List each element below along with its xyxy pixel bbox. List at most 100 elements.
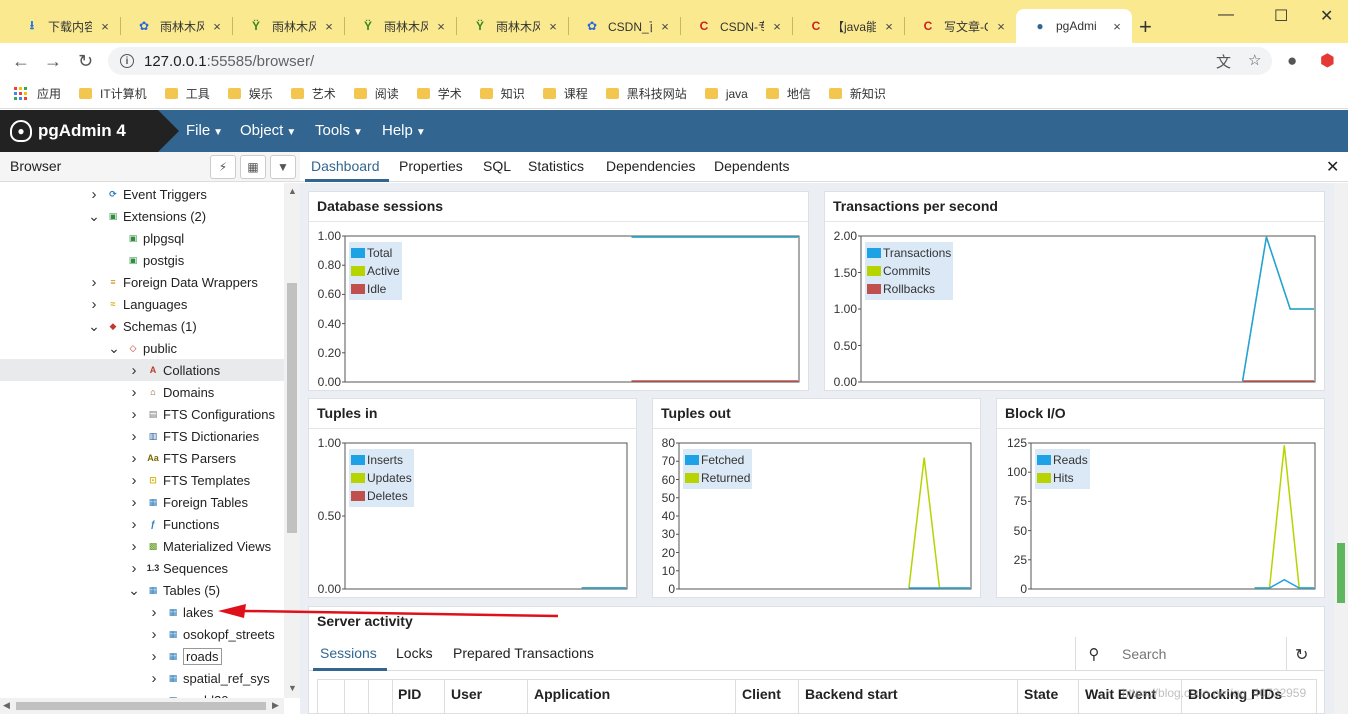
tree-node[interactable]: › ▤ FTS Configurations	[0, 403, 284, 425]
chevron-down-icon[interactable]: ⌄	[88, 318, 100, 335]
new-tab-icon[interactable]: +	[1139, 14, 1152, 40]
filter-rows-button[interactable]: ▼	[270, 155, 296, 179]
tree-node[interactable]: › ▦ lakes	[0, 601, 284, 623]
bookmark-item[interactable]: 工具	[164, 85, 210, 102]
tab-dependencies[interactable]: Dependencies	[606, 158, 696, 174]
close-icon[interactable]: ×	[882, 19, 896, 34]
tree-node[interactable]: › ≡ Foreign Data Wrappers	[0, 271, 284, 293]
tree-hscroll-thumb[interactable]	[16, 702, 266, 710]
tree-node[interactable]: ▣ plpgsql	[0, 227, 284, 249]
bookmark-item[interactable]: 地信	[765, 85, 811, 102]
tab-sessions[interactable]: Sessions	[320, 645, 377, 661]
back-icon[interactable]: ←	[12, 51, 30, 72]
menu-tools[interactable]: Tools ▼	[315, 122, 363, 139]
browser-tab[interactable]: Ÿ 雨林木风 ×	[456, 9, 568, 43]
chevron-right-icon[interactable]: ›	[88, 274, 100, 291]
close-icon[interactable]: ×	[658, 19, 672, 34]
bookmark-item[interactable]: 艺术	[290, 85, 336, 102]
menu-object[interactable]: Object ▼	[240, 122, 296, 139]
tab-prepared-transactions[interactable]: Prepared Transactions	[453, 645, 594, 661]
chevron-right-icon[interactable]: ›	[88, 186, 100, 203]
chevron-down-icon[interactable]: ⌄	[108, 340, 120, 357]
browser-tab[interactable]: ⭳ 下载内容 ×	[8, 9, 120, 43]
tree-horizontal-scrollbar[interactable]: ◀ ▶	[0, 698, 284, 714]
scroll-left-icon[interactable]: ◀	[3, 700, 10, 711]
grid-column-header[interactable]: PID	[398, 686, 421, 702]
close-icon[interactable]: ×	[546, 19, 560, 34]
browser-tab[interactable]: C 【java能 ×	[792, 9, 904, 43]
browser-tab[interactable]: ● pgAdmi ×	[1016, 9, 1132, 43]
chevron-right-icon[interactable]: ›	[148, 648, 160, 665]
search-input[interactable]	[1122, 646, 1282, 662]
tree-node[interactable]: › ≈ Languages	[0, 293, 284, 315]
scroll-down-icon[interactable]: ▼	[288, 683, 297, 693]
tree-node[interactable]: ⌄ ◆ Schemas (1)	[0, 315, 284, 337]
bookmark-item[interactable]: IT计算机	[79, 85, 147, 102]
bookmark-item[interactable]: 知识	[479, 85, 525, 102]
chevron-down-icon[interactable]: ⌄	[128, 582, 140, 599]
close-panel-icon[interactable]: ✕	[1326, 157, 1339, 177]
browser-tab[interactable]: Ÿ 雨林木风 ×	[232, 9, 344, 43]
view-data-button[interactable]: ▦	[240, 155, 266, 179]
tree-node[interactable]: › A Collations	[0, 359, 284, 381]
refresh-icon[interactable]: ↻	[1295, 645, 1308, 665]
chevron-right-icon[interactable]: ›	[128, 472, 140, 489]
chevron-right-icon[interactable]: ›	[148, 670, 160, 687]
tree-node[interactable]: ⌄ ▦ Tables (5)	[0, 579, 284, 601]
tree-node[interactable]: ⌄ ▣ Extensions (2)	[0, 205, 284, 227]
translate-icon[interactable]: 文	[1216, 51, 1231, 72]
browser-tab[interactable]: C CSDN-专 ×	[680, 9, 792, 43]
chevron-right-icon[interactable]: ›	[128, 428, 140, 445]
site-info-icon[interactable]: i	[120, 54, 134, 68]
tree-node[interactable]: › ▦ spatial_ref_sys	[0, 667, 284, 689]
chevron-right-icon[interactable]: ›	[148, 604, 160, 621]
chevron-right-icon[interactable]: ›	[128, 516, 140, 533]
bookmark-item[interactable]: java	[704, 87, 748, 101]
tree-node[interactable]: ▣ postgis	[0, 249, 284, 271]
chevron-down-icon[interactable]: ⌄	[88, 208, 100, 225]
browser-tab[interactable]: ✿ 雨林木风 ×	[120, 9, 232, 43]
bookmark-item[interactable]: 学术	[416, 85, 462, 102]
browser-tab[interactable]: ✿ CSDN_百 ×	[568, 9, 680, 43]
tree-node[interactable]: › ▥ FTS Dictionaries	[0, 425, 284, 447]
maximize-icon[interactable]: ☐	[1274, 6, 1288, 26]
tree-node[interactable]: ⌄ ◇ public	[0, 337, 284, 359]
menu-help[interactable]: Help ▼	[382, 122, 426, 139]
chevron-right-icon[interactable]: ›	[128, 494, 140, 511]
bookmark-item[interactable]: 课程	[542, 85, 588, 102]
chevron-right-icon[interactable]: ›	[128, 362, 140, 379]
dashboard-scrollbar[interactable]	[1334, 183, 1348, 714]
tree-vertical-scrollbar[interactable]: ▲ ▼	[284, 183, 300, 698]
tree-node[interactable]: › ⌂ Domains	[0, 381, 284, 403]
bookmark-item[interactable]: 应用	[14, 85, 61, 102]
grid-column-header[interactable]: Application	[534, 686, 610, 702]
bookmark-item[interactable]: 娱乐	[227, 85, 273, 102]
tree-node[interactable]: ›▦world30	[0, 689, 284, 699]
tab-dependents[interactable]: Dependents	[714, 158, 790, 174]
profile-icon[interactable]: ●	[1287, 51, 1297, 71]
chevron-right-icon[interactable]: ›	[128, 538, 140, 555]
tree-node[interactable]: › Aa FTS Parsers	[0, 447, 284, 469]
tab-sql[interactable]: SQL	[483, 158, 511, 174]
extension-badge-icon[interactable]: ⬢	[1320, 51, 1335, 71]
bookmark-item[interactable]: 阅读	[353, 85, 399, 102]
tab-statistics[interactable]: Statistics	[528, 158, 584, 174]
grid-column-header[interactable]: Client	[742, 686, 781, 702]
chevron-right-icon[interactable]: ›	[148, 626, 160, 643]
tree-node[interactable]: › ⊡ FTS Templates	[0, 469, 284, 491]
tree-node[interactable]: › ⟳ Event Triggers	[0, 183, 284, 205]
scroll-up-icon[interactable]: ▲	[288, 186, 297, 196]
close-icon[interactable]: ×	[210, 19, 224, 34]
star-icon[interactable]: ☆	[1248, 51, 1261, 69]
grid-column-header[interactable]: Backend start	[805, 686, 898, 702]
grid-column-header[interactable]: User	[451, 686, 482, 702]
close-icon[interactable]: ×	[434, 19, 448, 34]
tree-node[interactable]: › ▦ roads	[0, 645, 284, 667]
tree-node[interactable]: › ▦ osokopf_streets	[0, 623, 284, 645]
tab-dashboard[interactable]: Dashboard	[311, 158, 380, 174]
menu-file[interactable]: File ▼	[186, 122, 223, 139]
close-icon[interactable]: ×	[98, 19, 112, 34]
tree-node[interactable]: › 1.3 Sequences	[0, 557, 284, 579]
tab-locks[interactable]: Locks	[396, 645, 433, 661]
tree-node[interactable]: › ▩ Materialized Views	[0, 535, 284, 557]
